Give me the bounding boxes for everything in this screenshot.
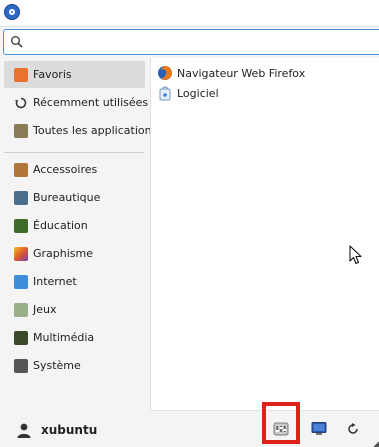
user-avatar-icon	[17, 423, 31, 438]
search-icon	[11, 36, 23, 48]
sidebar-item-graphisme[interactable]: Graphisme	[4, 240, 145, 267]
refresh-icon	[348, 423, 358, 434]
logout-button[interactable]	[344, 420, 362, 438]
menu-top-strip	[0, 0, 379, 27]
category-sidebar: Favoris Récemment utilisées Toutes les a…	[0, 58, 157, 418]
sidebar-item-bureautique[interactable]: Bureautique	[4, 184, 145, 211]
highlight-box	[262, 402, 300, 444]
divider	[4, 152, 144, 153]
sidebar-item-label: Graphisme	[33, 247, 94, 260]
list-item[interactable]: Logiciel	[157, 84, 219, 102]
app-label: Navigateur Web Firefox	[177, 66, 306, 80]
sidebar-item-label: Bureautique	[33, 191, 101, 204]
search-input[interactable]	[26, 32, 326, 52]
office-icon	[14, 190, 28, 205]
internet-icon	[14, 274, 28, 289]
multimedia-icon	[14, 330, 28, 345]
graphics-icon	[14, 246, 28, 261]
sidebar-item-label: Système	[33, 359, 81, 372]
list-item[interactable]: Navigateur Web Firefox	[157, 64, 305, 82]
monitor-icon	[311, 422, 327, 435]
recent-icon	[15, 97, 27, 108]
sidebar-item-label: Récemment utilisées	[33, 96, 149, 109]
sidebar-item-label: Multimédia	[33, 331, 95, 344]
resize-grip-icon[interactable]	[373, 441, 379, 447]
app-label: Logiciel	[177, 86, 219, 100]
user-info: xubuntu	[16, 422, 97, 438]
whisker-menu-logo-icon[interactable]	[4, 4, 20, 20]
sidebar-item-systeme[interactable]: Système	[4, 352, 145, 379]
education-icon	[14, 218, 28, 233]
sidebar-item-all-apps[interactable]: Toutes les applications	[4, 117, 157, 144]
mouse-pointer-icon	[349, 245, 362, 265]
sidebar-item-label: Éducation	[33, 219, 88, 232]
sidebar-item-recent[interactable]: Récemment utilisées	[4, 89, 149, 116]
system-icon	[14, 358, 28, 373]
accessories-icon	[14, 162, 28, 177]
favorites-icon	[14, 67, 28, 82]
all-apps-icon	[14, 123, 28, 138]
sidebar-item-multimedia[interactable]: Multimédia	[4, 324, 145, 351]
app-list-panel: Navigateur Web Firefox Logiciel	[150, 58, 379, 411]
lock-screen-button[interactable]	[310, 420, 328, 438]
sidebar-item-label: Internet	[33, 275, 77, 288]
sidebar-item-jeux[interactable]: Jeux	[4, 296, 145, 323]
search-box[interactable]	[3, 29, 379, 55]
sidebar-item-label: Jeux	[33, 303, 57, 316]
sidebar-item-internet[interactable]: Internet	[4, 268, 145, 295]
sidebar-item-favoris[interactable]: Favoris	[4, 61, 145, 88]
software-icon	[159, 86, 171, 101]
sidebar-item-education[interactable]: Éducation	[4, 212, 145, 239]
sidebar-item-label: Toutes les applications	[33, 124, 158, 137]
firefox-icon	[158, 66, 172, 80]
sidebar-item-accessoires[interactable]: Accessoires	[4, 156, 145, 183]
sidebar-item-label: Accessoires	[33, 163, 98, 176]
username: xubuntu	[41, 423, 98, 437]
games-icon	[14, 302, 28, 317]
sidebar-item-label: Favoris	[33, 68, 72, 81]
